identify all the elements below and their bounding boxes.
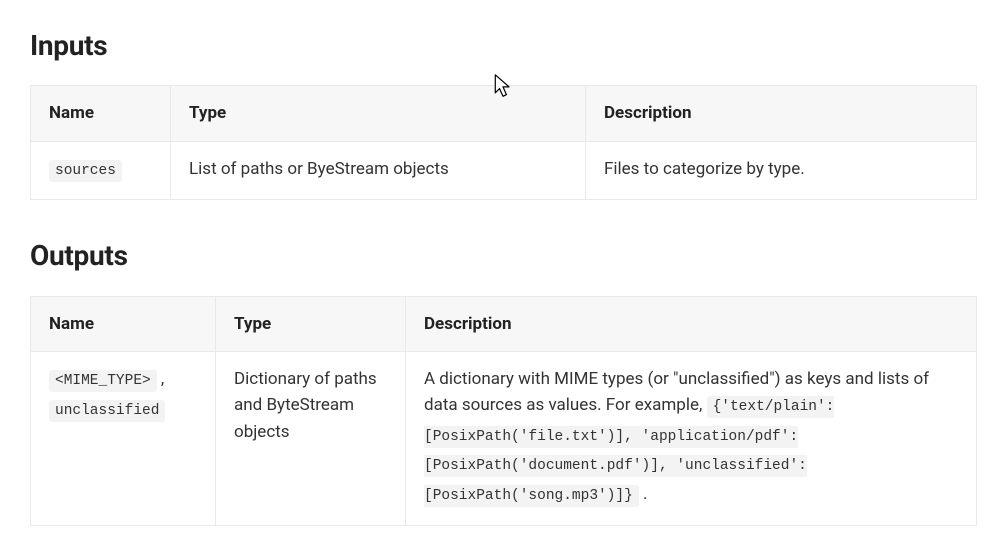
- col-header-name: Name: [31, 296, 216, 351]
- col-header-name: Name: [31, 86, 171, 141]
- table-row: sources List of paths or ByeStream objec…: [31, 141, 977, 200]
- outputs-heading: Outputs: [30, 234, 977, 277]
- param-separator: ,: [157, 369, 165, 389]
- inputs-heading: Inputs: [30, 24, 977, 67]
- table-header-row: Name Type Description: [31, 296, 977, 351]
- outputs-table: Name Type Description <MIME_TYPE> , uncl…: [30, 296, 977, 526]
- param-code: sources: [49, 160, 122, 182]
- col-header-type: Type: [216, 296, 406, 351]
- cell-description: Files to categorize by type.: [586, 141, 977, 200]
- cell-type: List of paths or ByeStream objects: [171, 141, 586, 200]
- cell-description: A dictionary with MIME types (or "unclas…: [406, 352, 977, 526]
- col-header-description: Description: [586, 86, 977, 141]
- table-header-row: Name Type Description: [31, 86, 977, 141]
- description-text: A dictionary with MIME types (or "unclas…: [424, 369, 929, 415]
- cell-name: sources: [31, 141, 171, 200]
- col-header-type: Type: [171, 86, 586, 141]
- inputs-table: Name Type Description sources List of pa…: [30, 85, 977, 200]
- col-header-description: Description: [406, 296, 977, 351]
- description-suffix: .: [639, 484, 648, 504]
- param-code: <MIME_TYPE>: [49, 370, 157, 392]
- param-code: unclassified: [49, 400, 165, 422]
- cell-name: <MIME_TYPE> , unclassified: [31, 352, 216, 526]
- table-row: <MIME_TYPE> , unclassified Dictionary of…: [31, 352, 977, 526]
- cell-type: Dictionary of paths and ByteStream objec…: [216, 352, 406, 526]
